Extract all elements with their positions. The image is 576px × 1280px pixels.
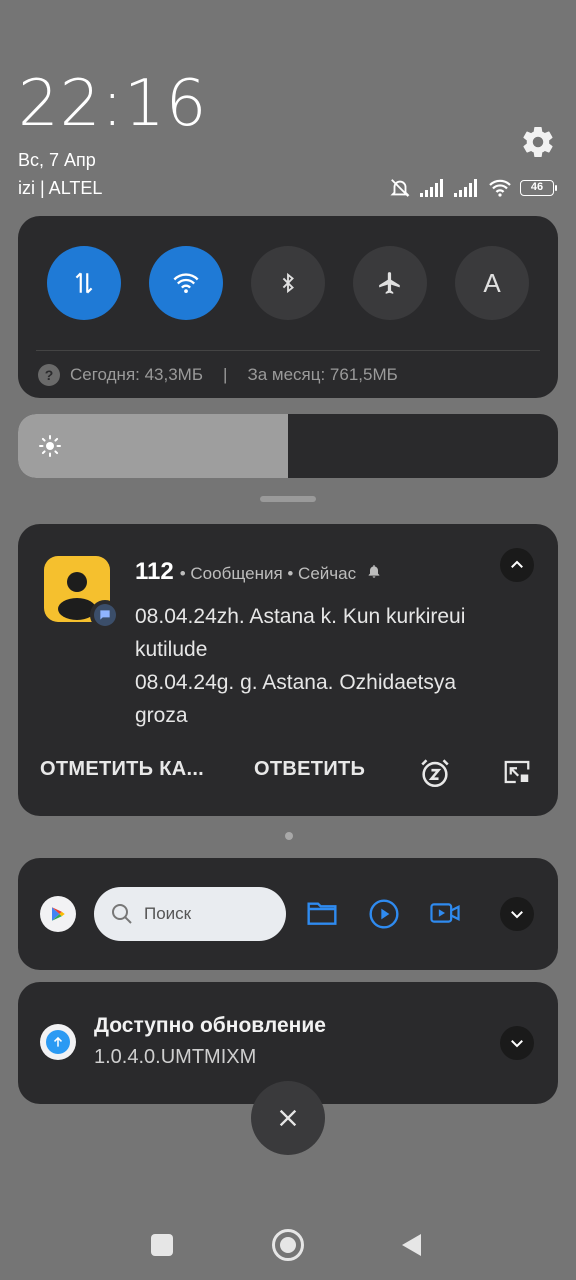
reply-button[interactable]: ОТВЕТИТЬ [254, 758, 365, 781]
brightness-slider[interactable] [18, 414, 558, 478]
settings-gear-icon[interactable] [520, 124, 556, 160]
signal-icon [454, 179, 477, 197]
expand-button[interactable] [500, 1026, 534, 1060]
silent-mode-icon [390, 179, 410, 197]
auto-brightness-toggle[interactable]: A [455, 246, 529, 320]
notification-header: 112 • Сообщения • Сейчас [135, 558, 382, 586]
search-widget: Поиск [18, 858, 558, 970]
bluetooth-icon [282, 272, 294, 294]
divider [36, 350, 540, 351]
sun-icon [39, 435, 61, 457]
wifi-icon [489, 179, 511, 197]
play-circle-icon[interactable] [368, 898, 400, 930]
recents-button[interactable] [151, 1234, 173, 1256]
collapse-button[interactable] [500, 548, 534, 582]
back-button[interactable] [400, 1232, 422, 1258]
carrier-name: izi | ALTEL [18, 178, 103, 198]
wifi-icon [173, 273, 199, 294]
airplane-mode-toggle[interactable] [353, 246, 427, 320]
search-input[interactable]: Поиск [94, 887, 286, 941]
pip-button[interactable] [502, 758, 532, 791]
data-month: За месяц: 761,5МБ [247, 365, 398, 384]
video-icon[interactable] [429, 898, 461, 928]
play-store-icon[interactable] [40, 896, 76, 932]
chevron-down-icon [511, 911, 523, 919]
notification-line: groza [135, 704, 188, 727]
snooze-alarm-icon [421, 759, 449, 788]
status-bar-icons: 46 [388, 176, 557, 200]
bluetooth-toggle[interactable] [251, 246, 325, 320]
update-app-icon [40, 1024, 76, 1060]
chevron-up-icon [511, 560, 523, 568]
quick-settings-panel: A ? Сегодня: 43,3МБ | За месяц: 761,5МБ [18, 216, 558, 398]
mobile-data-icon [75, 272, 93, 294]
signal-icon [420, 179, 443, 197]
update-version: 1.0.4.0.UMTMIXM [94, 1046, 257, 1068]
clear-all-button[interactable] [251, 1081, 325, 1155]
battery-icon: 46 [520, 180, 557, 196]
clock[interactable]: 22:16 [18, 72, 207, 136]
snooze-button[interactable] [418, 756, 452, 795]
folder-icon[interactable] [306, 898, 338, 928]
messages-badge-icon [90, 600, 120, 630]
home-button[interactable] [272, 1229, 304, 1261]
mark-read-button[interactable]: ОТМЕТИТЬ КА... [40, 758, 204, 781]
home-icon [280, 1237, 296, 1253]
open-window-icon [504, 760, 530, 784]
notification-line: kutilude [135, 638, 208, 661]
message-notification[interactable]: 112 • Сообщения • Сейчас 08.04.24zh. Ast… [18, 524, 558, 816]
search-placeholder: Поиск [144, 904, 192, 923]
search-icon [112, 904, 132, 924]
airplane-icon [379, 272, 400, 294]
notification-line: 08.04.24zh. Astana k. Kun kurkireui [135, 605, 466, 628]
drag-handle[interactable] [260, 496, 316, 502]
update-title: Доступно обновление [94, 1014, 326, 1037]
chevron-down-icon [511, 1040, 523, 1048]
expand-button[interactable] [500, 897, 534, 931]
notification-actions: ОТМЕТИТЬ КА... ОТВЕТИТЬ [40, 758, 365, 781]
mobile-data-toggle[interactable] [47, 246, 121, 320]
data-usage-row[interactable]: ? Сегодня: 43,3МБ | За месяц: 761,5МБ [38, 364, 398, 386]
data-separator: | [223, 365, 228, 384]
date[interactable]: Вс, 7 Апр [18, 150, 96, 171]
close-icon [279, 1109, 297, 1127]
page-indicator-dot [285, 832, 293, 840]
alarm-bell-icon [368, 565, 380, 578]
wifi-toggle[interactable] [149, 246, 223, 320]
help-icon: ? [38, 364, 60, 386]
notification-body: 08.04.24zh. Astana k. Kun kurkireui kuti… [135, 600, 515, 732]
notification-sender: 112 [135, 558, 174, 585]
notification-line: 08.04.24g. g. Astana. Ozhidaetsya [135, 671, 457, 694]
notification-meta: • Сообщения • Сейчас [179, 564, 357, 583]
data-today: Сегодня: 43,3МБ [70, 365, 204, 384]
